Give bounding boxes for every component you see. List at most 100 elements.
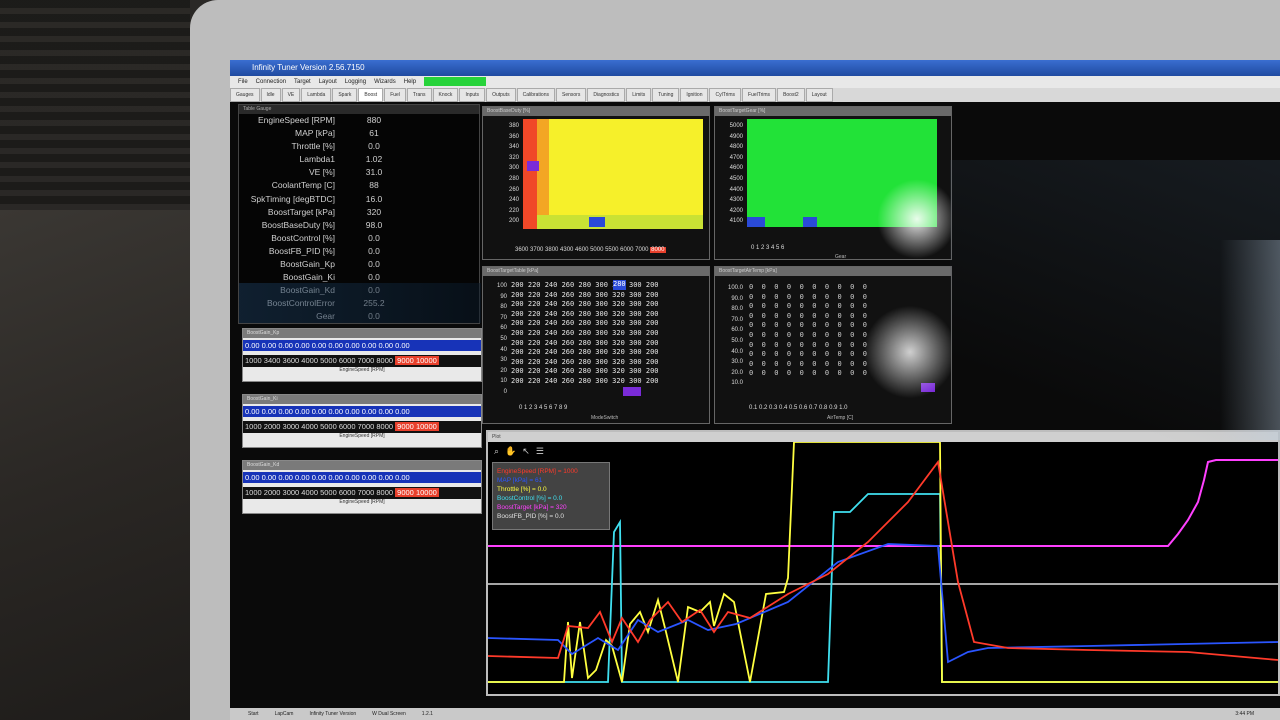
map-row[interactable]: 0 0 0 0 0 0 0 0 0 0	[749, 302, 867, 312]
taskbar-item[interactable]: 1.2.1	[422, 711, 433, 717]
menu-item-target[interactable]: Target	[294, 79, 311, 85]
map-row[interactable]: 200 220 240 260 280 300 320 300 200	[511, 291, 659, 301]
y-axis-tick: 240	[508, 197, 519, 204]
tab-knock[interactable]: Knock	[432, 88, 459, 102]
y-axis-tick: 360	[508, 133, 519, 140]
map-row[interactable]: 0 0 0 0 0 0 0 0 0 0	[749, 331, 867, 341]
tab-diagnostics[interactable]: Diagnostics	[587, 88, 626, 102]
map-row[interactable]: 200 220 240 260 280 300 320 300 200	[511, 310, 659, 320]
map-row[interactable]: 0 0 0 0 0 0 0 0 0 0	[749, 312, 867, 322]
map-cell-grid[interactable]: 200 220 240 260 280 300 320 300 200 200 2…	[511, 280, 659, 387]
y-axis-tick: 40.0	[731, 348, 743, 355]
table-values-row[interactable]: 0.00 0.00 0.00 0.00 0.00 0.00 0.00 0.00 …	[243, 340, 481, 351]
map-y-axis: 5000 4900 4800 4700 4600 4500 4400 4300 4200 4100	[717, 121, 743, 227]
taskbar-item[interactable]: Infinity Tuner Version	[309, 711, 356, 717]
tab-outputs[interactable]: Outputs	[486, 88, 516, 102]
gain-table-3[interactable]: BoostGain_Kd 0.00 0.00 0.00 0.00 0.00 0.0…	[242, 460, 482, 514]
gauge-value: 0.0	[368, 245, 380, 256]
tab-gauges[interactable]: Gauges	[230, 88, 260, 102]
y-axis-tick: 70.0	[731, 316, 743, 323]
tab-calibrations[interactable]: Calibrations	[516, 88, 555, 102]
map-row[interactable]: 0 0 0 0 0 0 0 0 0 0	[749, 360, 867, 370]
y-axis-tick: 100	[496, 283, 507, 289]
map-row[interactable]: 200 220 240 260 280 300 320 300 200	[511, 367, 659, 377]
table-values-row[interactable]: 0.00 0.00 0.00 0.00 0.00 0.00 0.00 0.00 …	[243, 406, 481, 417]
menu-item-logging[interactable]: Logging	[345, 79, 366, 85]
boost-target-gear-map[interactable]: BoostTargetGear [%] 5000 4900 4800 4700 4600…	[714, 106, 952, 260]
legend-entry: BoostControl [%] = 0.0	[497, 495, 563, 502]
screen-glare	[877, 179, 951, 259]
tab-idle[interactable]: Idle	[260, 88, 281, 102]
menu-item-layout[interactable]: Layout	[319, 79, 337, 85]
map-cell-grid[interactable]	[523, 119, 703, 229]
y-axis-tick: 70	[500, 314, 507, 321]
map-row[interactable]: 0 0 0 0 0 0 0 0 0 0	[749, 321, 867, 331]
map-x-axis: 0.1 0.2 0.3 0.4 0.5 0.6 0.7 0.8 0.9 1.0	[749, 405, 848, 411]
tab-spark[interactable]: Spark	[332, 88, 358, 102]
menu-item-help[interactable]: Help	[404, 79, 416, 85]
active-cell-marker	[747, 217, 765, 227]
tab-layout[interactable]: Layout	[805, 88, 833, 102]
y-axis-tick: 4700	[729, 154, 743, 161]
map-row[interactable]: 200 220 240 260 280 300 320 300 200	[511, 358, 659, 368]
cursor-cell	[803, 217, 817, 227]
tab-boost2[interactable]: Boost2	[777, 88, 805, 102]
gauge-value: 98.0	[365, 219, 383, 230]
y-axis-tick: 90	[500, 293, 507, 300]
map-row[interactable]: 200 220 240 260 280 300 320 300 200	[511, 300, 659, 310]
y-axis-tick: 80.0	[731, 306, 743, 313]
tab-fueltrims[interactable]: FuelTrims	[742, 88, 777, 102]
tab-boost[interactable]: Boost	[358, 88, 384, 102]
map-x-label: AirTemp [C]	[827, 415, 854, 421]
gain-table-2[interactable]: BoostGain_Ki 0.00 0.00 0.00 0.00 0.00 0.0…	[242, 394, 482, 448]
tab-trans[interactable]: Trans	[406, 88, 432, 102]
map-row[interactable]: 0 0 0 0 0 0 0 0 0 0	[749, 341, 867, 351]
y-axis-tick: 380	[508, 123, 519, 129]
map-row[interactable]: 0 0 0 0 0 0 0 0 0 0	[749, 293, 867, 303]
gauge-label: BoostTarget [kPa]	[267, 206, 335, 217]
map-row[interactable]: 0 0 0 0 0 0 0 0 0 0	[749, 350, 867, 360]
tab-ve[interactable]: VE	[281, 88, 301, 102]
tab-ignition[interactable]: Ignition	[680, 88, 709, 102]
boost-target-table-map[interactable]: BoostTargetTable [kPa] 100 90 80 70 60 50 40 30…	[482, 266, 710, 424]
map-cell-grid[interactable]: 0 0 0 0 0 0 0 0 0 00 0 0 0 0 0 0 0 0 00 …	[749, 283, 867, 379]
tab-limits[interactable]: Limits	[626, 88, 652, 102]
gauge-row: MAP [kPa] 61	[239, 127, 479, 140]
gauge-panel: Table Gauge EngineSpeed [RPM] 880 MAP [kPa…	[238, 104, 481, 324]
y-axis-tick: 4400	[729, 186, 743, 193]
gauge-label: CoolantTemp [C]	[271, 180, 335, 191]
map-row[interactable]: 0 0 0 0 0 0 0 0 0 0	[749, 369, 867, 379]
menu-item-wizards[interactable]: Wizards	[374, 79, 396, 85]
table-axis-row: 1000 2000 3000 4000 5000 6000 7000 8000 …	[243, 421, 481, 433]
tab-tuning[interactable]: Tuning	[652, 88, 680, 102]
tab-fuel[interactable]: Fuel	[384, 88, 406, 102]
boost-base-duty-map[interactable]: BoostBaseDuty [%] 380 360 340 320 300 280 260 2…	[482, 106, 710, 260]
taskbar-item[interactable]: Start	[248, 711, 259, 717]
menu-item-file[interactable]: File	[238, 79, 248, 85]
gain-table-1[interactable]: BoostGain_Kp 0.00 0.00 0.00 0.00 0.00 0.0…	[242, 328, 482, 382]
y-axis-tick: 80	[500, 304, 507, 311]
menu-item-connection[interactable]: Connection	[256, 79, 286, 85]
taskbar-item[interactable]: W Dual Screen	[372, 711, 406, 717]
map-row[interactable]: 0 0 0 0 0 0 0 0 0 0	[749, 283, 867, 293]
map-cell-grid[interactable]	[747, 119, 951, 259]
tab-sensors[interactable]: Sensors	[555, 88, 587, 102]
map-row[interactable]: 200 220 240 260 280 300 320 300 200	[511, 319, 659, 329]
axis-values: 1000 2000 3000 4000 5000 6000 7000 8000	[245, 488, 394, 497]
map-row[interactable]: 200 220 240 260 280 300 320 300 200	[511, 329, 659, 339]
tab-lambda[interactable]: Lambda	[301, 88, 332, 102]
map-row[interactable]: 200 220 240 260 280 300 320 300 200	[511, 348, 659, 358]
selected-cell[interactable]: 280	[613, 280, 626, 290]
map-row[interactable]: 200 220 240 260 280 300 320 300 200	[511, 377, 659, 387]
table-axis-row: 1000 2000 3000 4000 5000 6000 7000 8000 …	[243, 487, 481, 499]
taskbar-item[interactable]: LapCam	[275, 711, 294, 717]
boost-target-airtemp-map[interactable]: BoostTargetAirTemp [kPa] 100.0 90.0 80.0 70…	[714, 266, 952, 424]
table-values-row[interactable]: 0.00 0.00 0.00 0.00 0.00 0.00 0.00 0.00 …	[243, 472, 481, 483]
log-plot[interactable]: Plot ⌕ ✋ ↖ ☰ EngineSpeed [RPM] = 1000 MAP [k…	[486, 430, 1280, 696]
map-row[interactable]: 200 220 240 260 280 300 320 300 200	[511, 281, 659, 291]
tab-inputs[interactable]: Inputs	[459, 88, 486, 102]
map-row[interactable]: 200 220 240 260 280 300 320 300 200	[511, 339, 659, 349]
tab-cyltrims[interactable]: CylTrims	[709, 88, 742, 102]
gauge-label: VE [%]	[309, 167, 335, 178]
gauge-label: SpkTiming [degBTDC]	[250, 193, 335, 204]
